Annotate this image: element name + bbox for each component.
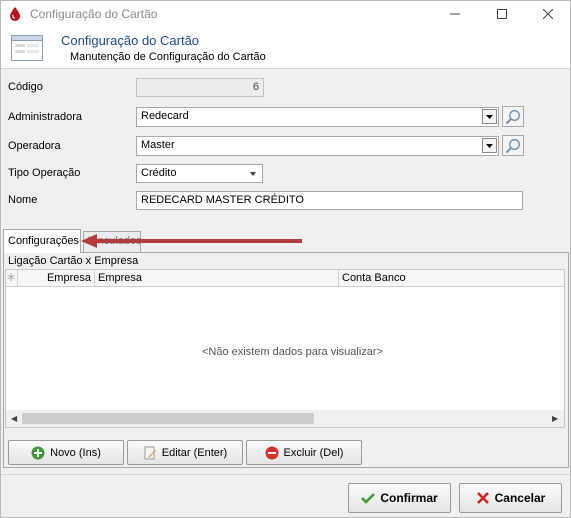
delete-icon — [265, 446, 279, 459]
nome-input[interactable]: REDECARD MASTER CRÉDITO — [136, 191, 523, 210]
empty-grid-message: <Não existem dados para visualizar> — [202, 346, 383, 358]
administradora-label: Administradora — [8, 111, 82, 123]
administradora-dropdown-button[interactable] — [482, 109, 497, 124]
confirmar-label: Confirmar — [380, 491, 438, 505]
header-subtitle: Manutenção de Configuração do Cartão — [70, 51, 266, 63]
horizontal-scrollbar[interactable]: ◀ ▶ — [6, 410, 564, 427]
administradora-select[interactable]: Redecard — [136, 107, 499, 127]
excluir-label: Excluir (Del) — [283, 446, 344, 459]
scrollbar-thumb[interactable] — [22, 413, 314, 424]
codigo-label: Código — [8, 81, 43, 93]
annotation-arrow — [81, 234, 302, 248]
tipo-operacao-label: Tipo Operação — [8, 167, 81, 179]
scroll-right-icon[interactable]: ▶ — [552, 414, 558, 423]
operadora-select[interactable]: Master — [136, 136, 499, 156]
chevron-down-icon — [250, 172, 256, 176]
administradora-value: Redecard — [141, 110, 189, 122]
config-cartao-window: Configuração do Cartão Configuração do C… — [0, 0, 571, 518]
edit-document-icon — [144, 446, 156, 459]
excluir-button[interactable]: Excluir (Del) — [246, 440, 362, 465]
checkmark-icon — [361, 493, 376, 504]
search-icon — [505, 109, 520, 124]
column-header-conta-banco[interactable]: Conta Banco — [339, 270, 564, 287]
operadora-value: Master — [141, 139, 175, 151]
add-icon — [31, 446, 45, 459]
novo-button[interactable]: Novo (Ins) — [8, 440, 124, 465]
tipo-operacao-value: Crédito — [141, 167, 177, 179]
close-button[interactable] — [525, 1, 571, 27]
group-caption: Ligação Cartão x Empresa — [8, 255, 139, 267]
operadora-label: Operadora — [8, 140, 61, 152]
ligacao-grid[interactable]: Empresa Empresa Conta Banco <Não existem… — [5, 269, 565, 428]
editar-button[interactable]: Editar (Enter) — [127, 440, 243, 465]
column-header-empresa[interactable]: Empresa — [95, 270, 339, 287]
cancelar-button[interactable]: Cancelar — [459, 483, 562, 513]
novo-label: Novo (Ins) — [50, 446, 101, 459]
operadora-search-button[interactable] — [502, 135, 524, 156]
asterisk-icon — [7, 273, 15, 281]
cancelar-label: Cancelar — [494, 491, 546, 505]
form-window-icon — [11, 35, 43, 61]
confirmar-button[interactable]: Confirmar — [348, 483, 451, 513]
row-indicator-header[interactable] — [6, 270, 18, 287]
app-drop-icon — [10, 7, 20, 21]
maximize-icon — [497, 9, 507, 19]
editar-label: Editar (Enter) — [161, 446, 228, 459]
title-bar: Configuração do Cartão — [1, 1, 570, 27]
tipo-operacao-select[interactable]: Crédito — [136, 164, 263, 183]
column-header-empresa-cod[interactable]: Empresa — [18, 270, 95, 287]
cancel-x-icon — [476, 492, 489, 504]
window-title: Configuração do Cartão — [30, 7, 158, 21]
scroll-left-icon[interactable]: ◀ — [11, 414, 17, 423]
nome-label: Nome — [8, 194, 38, 206]
header-title: Configuração do Cartão — [61, 33, 200, 48]
maximize-button[interactable] — [479, 1, 525, 27]
codigo-field: 6 — [136, 78, 264, 97]
minimize-button[interactable] — [432, 1, 478, 27]
close-icon — [543, 9, 553, 19]
operadora-dropdown-button[interactable] — [482, 138, 497, 153]
chevron-down-icon — [486, 143, 493, 148]
tab-configuracoes[interactable]: Configurações — [3, 229, 81, 253]
chevron-down-icon — [486, 114, 493, 119]
minimize-icon — [450, 13, 460, 15]
administradora-search-button[interactable] — [502, 106, 524, 127]
search-icon — [505, 138, 520, 153]
grid-header: Empresa Empresa Conta Banco — [6, 270, 564, 287]
form-header: Configuração do Cartão Manutenção de Con… — [1, 27, 570, 69]
footer-separator — [1, 474, 570, 475]
